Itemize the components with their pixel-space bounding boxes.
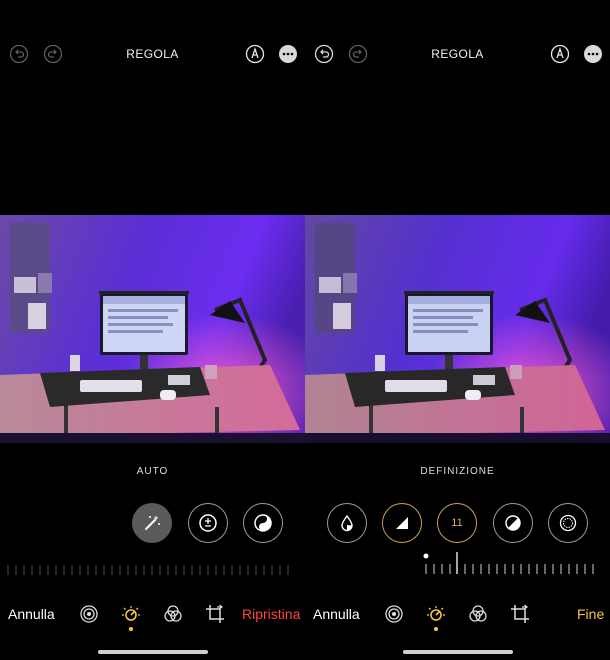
auto-enhance-button[interactable] (132, 503, 172, 543)
exposure-icon (199, 514, 217, 532)
editor-pane-left: REGOLA AUTO Annulla Ripristina (0, 0, 305, 660)
live-icon[interactable] (384, 604, 404, 624)
definition-slider[interactable] (305, 552, 610, 576)
filters-icon[interactable] (468, 604, 488, 624)
home-indicator (403, 650, 513, 654)
markup-icon[interactable] (550, 44, 570, 64)
cancel-button[interactable]: Annulla (8, 606, 55, 622)
exposure-button[interactable] (188, 503, 228, 543)
tint-icon (341, 514, 353, 532)
cancel-button[interactable]: Annulla (313, 606, 360, 622)
active-indicator (434, 627, 438, 631)
sharpness-icon (396, 517, 408, 529)
definition-value: 11 (451, 517, 463, 529)
filters-icon[interactable] (163, 604, 183, 624)
vignette-button[interactable] (548, 503, 588, 543)
crop-icon[interactable] (510, 604, 530, 624)
adjustment-slider[interactable] (0, 563, 305, 577)
mode-label: DEFINIZIONE (420, 466, 495, 477)
more-icon[interactable] (583, 44, 603, 64)
brilliance-button[interactable] (243, 503, 283, 543)
mode-label: AUTO (136, 466, 169, 477)
noise-reduction-button[interactable] (493, 503, 533, 543)
active-indicator (129, 627, 133, 631)
done-button[interactable]: Fine (577, 606, 604, 622)
adjust-icon[interactable] (426, 604, 446, 624)
brilliance-icon (254, 514, 272, 532)
home-indicator (98, 650, 208, 654)
adjust-icon[interactable] (121, 604, 141, 624)
magic-wand-icon (145, 515, 160, 530)
photo-preview (305, 215, 610, 443)
slider-position-dot (423, 553, 429, 559)
live-icon[interactable] (79, 604, 99, 624)
markup-icon[interactable] (245, 44, 265, 64)
noise-reduction-icon (505, 515, 521, 531)
crop-icon[interactable] (205, 604, 225, 624)
photo-preview (0, 215, 305, 443)
tint-button[interactable] (327, 503, 367, 543)
vignette-icon (559, 514, 577, 532)
editor-pane-right: REGOLA DEFINIZIONE 11 Annulla Fine (305, 0, 610, 660)
reset-button[interactable]: Ripristina (242, 606, 300, 622)
sharpness-button[interactable] (382, 503, 422, 543)
definition-button[interactable]: 11 (437, 503, 477, 543)
more-icon[interactable] (278, 44, 298, 64)
